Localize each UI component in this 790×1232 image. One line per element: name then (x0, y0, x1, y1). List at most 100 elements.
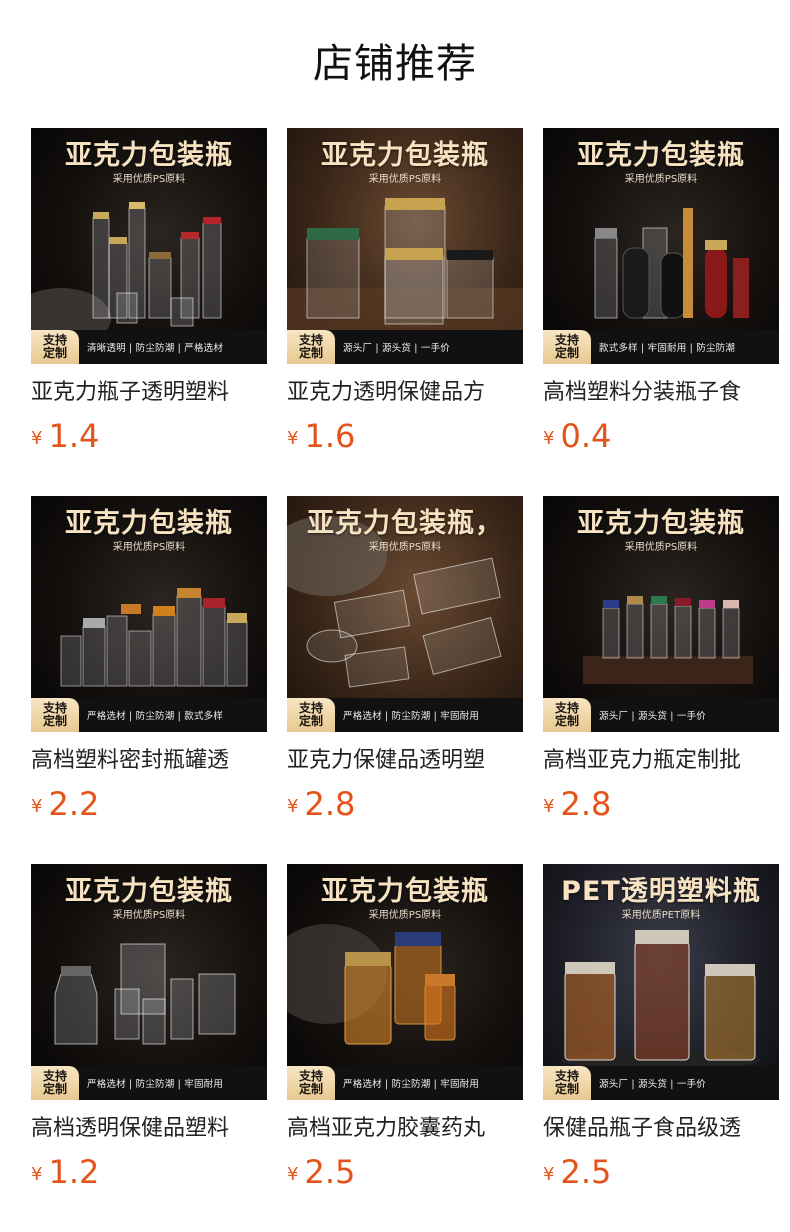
product-name[interactable]: 高档塑料分装瓶子食 (543, 379, 779, 407)
product-image[interactable]: 亚克力包装瓶 采用优质PS原料 支持 定制 源头厂 | 源头货 | 一手价 (543, 496, 779, 732)
custom-badge: 支持 定制 (31, 698, 79, 732)
product-name[interactable]: 亚克力瓶子透明塑料 (31, 379, 267, 407)
banner-subtitle: 采用优质PS原料 (368, 910, 442, 921)
product-image[interactable]: PET透明塑料瓶 采用优质PET原料 支持 定制 源头厂 | 源头货 | 一手价 (543, 864, 779, 1100)
product-card[interactable]: PET透明塑料瓶 采用优质PET原料 支持 定制 源头厂 | 源头货 | 一手价… (543, 864, 779, 1190)
feature-strip: 支持 定制 款式多样 | 牢固耐用 | 防尘防潮 (543, 330, 779, 364)
currency-symbol: ¥ (287, 428, 299, 449)
product-card[interactable]: 亚克力包装瓶 采用优质PS原料 支持 定制 款式多样 | 牢固耐用 | 防尘防潮… (543, 128, 779, 454)
product-name[interactable]: 亚克力透明保健品方 (287, 379, 523, 407)
feature-strip: 支持 定制 源头厂 | 源头货 | 一手价 (543, 698, 779, 732)
product-name[interactable]: 高档透明保健品塑料 (31, 1115, 267, 1143)
product-price: ¥2.5 (287, 1154, 355, 1190)
product-price: ¥2.8 (543, 786, 611, 822)
product-name[interactable]: 亚克力保健品透明塑 (287, 747, 523, 775)
price-value: 2.2 (48, 785, 100, 823)
product-image[interactable]: 亚克力包装瓶 采用优质PS原料 支持 定制 款式多样 | 牢固耐用 | 防尘防潮 (543, 128, 779, 364)
price-value: 2.5 (304, 1153, 356, 1191)
banner-title: 亚克力包装瓶 (577, 140, 745, 171)
feature-text: 清晰透明 | 防尘防潮 | 严格选材 (87, 343, 224, 354)
product-price: ¥2.5 (543, 1154, 611, 1190)
currency-symbol: ¥ (543, 428, 555, 449)
currency-symbol: ¥ (543, 796, 555, 817)
banner-subtitle: 采用优质PS原料 (112, 542, 186, 553)
product-price: ¥1.4 (31, 418, 99, 454)
feature-strip: 支持 定制 严格选材 | 防尘防潮 | 牢固耐用 (31, 1066, 267, 1100)
feature-strip: 支持 定制 严格选材 | 防尘防潮 | 牢固耐用 (287, 1066, 523, 1100)
product-card[interactable]: 亚克力包装瓶 采用优质PS原料 支持 定制 源头厂 | 源头货 | 一手价 亚克… (287, 128, 523, 454)
product-price: ¥2.2 (31, 786, 99, 822)
feature-strip: 支持 定制 严格选材 | 防尘防潮 | 款式多样 (31, 698, 267, 732)
price-value: 1.2 (48, 1153, 100, 1191)
banner-title: PET透明塑料瓶 (561, 876, 761, 907)
banner-title: 亚克力包装瓶 (65, 876, 233, 907)
feature-text: 严格选材 | 防尘防潮 | 款式多样 (87, 711, 224, 722)
product-image[interactable]: 亚克力包装瓶， 采用优质PS原料 支持 定制 严格选材 | 防尘防潮 | 牢固耐… (287, 496, 523, 732)
feature-strip: 支持 定制 源头厂 | 源头货 | 一手价 (543, 1066, 779, 1100)
banner-subtitle: 采用优质PS原料 (624, 174, 698, 185)
price-value: 1.6 (304, 417, 356, 455)
banner-title: 亚克力包装瓶 (65, 140, 233, 171)
custom-badge: 支持 定制 (543, 698, 591, 732)
banner-subtitle: 采用优质PS原料 (112, 910, 186, 921)
product-image[interactable]: 亚克力包装瓶 采用优质PS原料 支持 定制 严格选材 | 防尘防潮 | 牢固耐用 (287, 864, 523, 1100)
price-value: 0.4 (560, 417, 612, 455)
banner-subtitle: 采用优质PS原料 (368, 542, 442, 553)
product-image[interactable]: 亚克力包装瓶 采用优质PS原料 支持 定制 清晰透明 | 防尘防潮 | 严格选材 (31, 128, 267, 364)
product-card[interactable]: 亚克力包装瓶， 采用优质PS原料 支持 定制 严格选材 | 防尘防潮 | 牢固耐… (287, 496, 523, 822)
product-price: ¥0.4 (543, 418, 611, 454)
product-card[interactable]: 亚克力包装瓶 采用优质PS原料 支持 定制 严格选材 | 防尘防潮 | 牢固耐用… (287, 864, 523, 1190)
banner-title: 亚克力包装瓶 (321, 876, 489, 907)
custom-badge: 支持 定制 (31, 330, 79, 364)
product-card[interactable]: 亚克力包装瓶 采用优质PS原料 支持 定制 严格选材 | 防尘防潮 | 牢固耐用… (31, 864, 267, 1190)
banner-title: 亚克力包装瓶， (307, 508, 503, 539)
product-name[interactable]: 保健品瓶子食品级透 (543, 1115, 779, 1143)
product-name[interactable]: 高档塑料密封瓶罐透 (31, 747, 267, 775)
feature-text: 严格选材 | 防尘防潮 | 牢固耐用 (343, 1079, 480, 1090)
product-image[interactable]: 亚克力包装瓶 采用优质PS原料 支持 定制 严格选材 | 防尘防潮 | 牢固耐用 (31, 864, 267, 1100)
currency-symbol: ¥ (287, 1164, 299, 1185)
price-value: 1.4 (48, 417, 100, 455)
banner-title: 亚克力包装瓶 (577, 508, 745, 539)
custom-badge: 支持 定制 (287, 330, 335, 364)
product-card[interactable]: 亚克力包装瓶 采用优质PS原料 支持 定制 清晰透明 | 防尘防潮 | 严格选材… (31, 128, 267, 454)
currency-symbol: ¥ (543, 1164, 555, 1185)
feature-text: 源头厂 | 源头货 | 一手价 (599, 1079, 706, 1090)
feature-text: 款式多样 | 牢固耐用 | 防尘防潮 (599, 343, 736, 354)
banner-title: 亚克力包装瓶 (65, 508, 233, 539)
custom-badge: 支持 定制 (543, 1066, 591, 1100)
feature-strip: 支持 定制 清晰透明 | 防尘防潮 | 严格选材 (31, 330, 267, 364)
banner-subtitle: 采用优质PS原料 (112, 174, 186, 185)
currency-symbol: ¥ (287, 796, 299, 817)
product-card[interactable]: 亚克力包装瓶 采用优质PS原料 支持 定制 源头厂 | 源头货 | 一手价 高档… (543, 496, 779, 822)
product-grid: 亚克力包装瓶 采用优质PS原料 支持 定制 清晰透明 | 防尘防潮 | 严格选材… (31, 128, 779, 1190)
product-card[interactable]: 亚克力包装瓶 采用优质PS原料 支持 定制 严格选材 | 防尘防潮 | 款式多样… (31, 496, 267, 822)
banner-subtitle: 采用优质PS原料 (368, 174, 442, 185)
product-name[interactable]: 高档亚克力胶囊药丸 (287, 1115, 523, 1143)
custom-badge: 支持 定制 (31, 1066, 79, 1100)
currency-symbol: ¥ (31, 796, 43, 817)
product-image[interactable]: 亚克力包装瓶 采用优质PS原料 支持 定制 源头厂 | 源头货 | 一手价 (287, 128, 523, 364)
price-value: 2.8 (304, 785, 356, 823)
feature-text: 源头厂 | 源头货 | 一手价 (343, 343, 450, 354)
product-price: ¥1.2 (31, 1154, 99, 1190)
page-title: 店铺推荐 (313, 41, 477, 87)
currency-symbol: ¥ (31, 1164, 43, 1185)
feature-strip: 支持 定制 严格选材 | 防尘防潮 | 牢固耐用 (287, 698, 523, 732)
feature-strip: 支持 定制 源头厂 | 源头货 | 一手价 (287, 330, 523, 364)
banner-subtitle: 采用优质PS原料 (624, 542, 698, 553)
product-price: ¥2.8 (287, 786, 355, 822)
banner-title: 亚克力包装瓶 (321, 140, 489, 171)
custom-badge: 支持 定制 (543, 330, 591, 364)
price-value: 2.5 (560, 1153, 612, 1191)
price-value: 2.8 (560, 785, 612, 823)
product-name[interactable]: 高档亚克力瓶定制批 (543, 747, 779, 775)
feature-text: 严格选材 | 防尘防潮 | 牢固耐用 (87, 1079, 224, 1090)
currency-symbol: ¥ (31, 428, 43, 449)
custom-badge: 支持 定制 (287, 698, 335, 732)
product-image[interactable]: 亚克力包装瓶 采用优质PS原料 支持 定制 严格选材 | 防尘防潮 | 款式多样 (31, 496, 267, 732)
custom-badge: 支持 定制 (287, 1066, 335, 1100)
feature-text: 源头厂 | 源头货 | 一手价 (599, 711, 706, 722)
banner-subtitle: 采用优质PET原料 (621, 910, 701, 921)
feature-text: 严格选材 | 防尘防潮 | 牢固耐用 (343, 711, 480, 722)
